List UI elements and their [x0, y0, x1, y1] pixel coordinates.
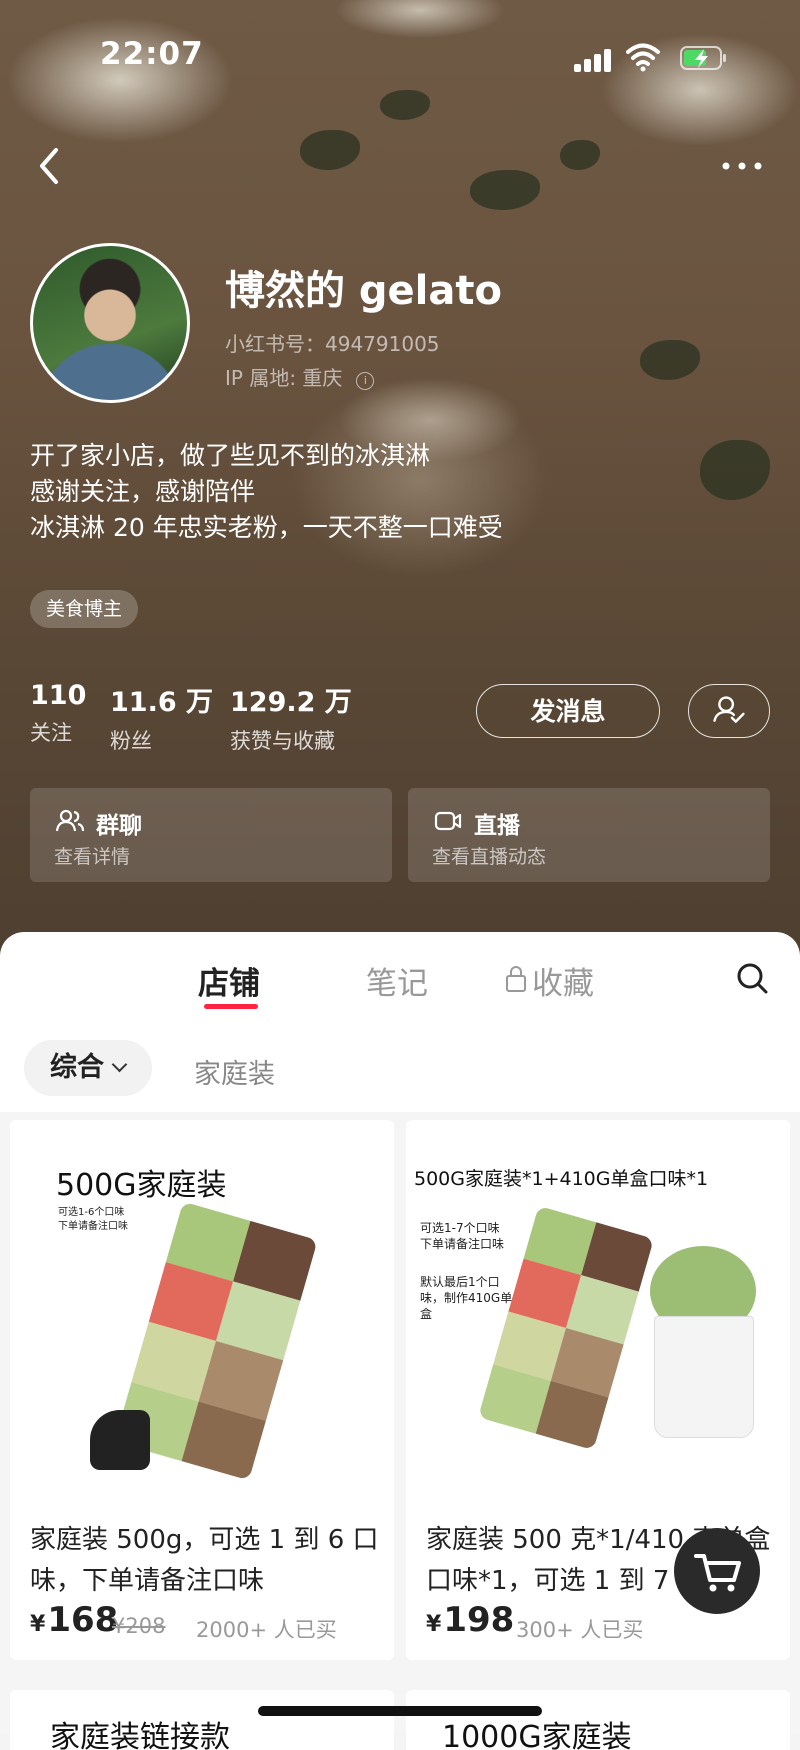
product-image[interactable]: 500G家庭装 可选1-6个口味 下单请备注口味: [10, 1120, 394, 1500]
live-icon: [434, 811, 462, 831]
image-note-line: 可选1-7个口味: [420, 1221, 500, 1235]
sort-dropdown[interactable]: 综合: [24, 1040, 152, 1096]
send-message-button[interactable]: 发消息: [476, 684, 660, 738]
stat-followers[interactable]: 11.6 万 粉丝: [110, 680, 213, 755]
status-time: 22:07: [100, 36, 204, 72]
bio-line: 感谢关注，感谢陪伴: [30, 477, 256, 506]
product-title: 家庭装 500g，可选 1 到 6 口味，下单请备注口味: [30, 1525, 379, 1596]
red-id[interactable]: 小红书号：494791005: [225, 328, 440, 357]
image-title: 1000G家庭装: [442, 1720, 632, 1750]
live-subtitle: 查看直播动态: [432, 846, 547, 868]
profile-tag[interactable]: 美食博主: [30, 590, 139, 628]
image-note-line: 可选1-6个口味: [58, 1207, 125, 1218]
tea-leaf-decoration: [640, 340, 700, 380]
stat-label: 粉丝: [110, 729, 152, 753]
chevron-down-icon: [111, 1056, 128, 1073]
price-value: 198: [443, 1600, 515, 1640]
image-title: 家庭装链接款: [50, 1720, 230, 1750]
ip-location: IP 属地: 重庆 i: [225, 362, 375, 391]
battery-charging-icon: [680, 46, 726, 70]
bio-line: 开了家小店，做了些见不到的冰淇淋: [30, 441, 431, 470]
group-chat-subtitle: 查看详情: [54, 846, 131, 868]
hand-illustration: [90, 1410, 150, 1470]
sold-count: 300+ 人已买: [516, 1618, 644, 1642]
currency-symbol: ¥: [30, 1612, 46, 1637]
back-icon[interactable]: [34, 144, 64, 188]
image-note-line: 盒: [420, 1307, 433, 1321]
bio-line: 冰淇淋 20 年忠实老粉，一天不整一口难受: [30, 513, 503, 542]
product-card-partial[interactable]: 1000G家庭装: [406, 1690, 790, 1750]
tea-leaf-decoration: [560, 140, 600, 170]
stat-value: 129.2 万: [230, 687, 352, 718]
original-price: ¥208: [112, 1614, 166, 1638]
image-title: 500G家庭装: [56, 1168, 227, 1203]
group-chat-icon: [56, 809, 84, 832]
product-price: ¥168: [30, 1600, 118, 1640]
stat-value: 110: [30, 680, 87, 711]
image-note-line: 下单请备注口味: [58, 1221, 128, 1232]
sort-dropdown-label: 综合: [50, 1052, 104, 1083]
image-note: 可选1-7个口味 下单请备注口味: [420, 1220, 504, 1252]
product-card[interactable]: 500G家庭装 可选1-6个口味 下单请备注口味 家庭装 500g，可选 1 到…: [10, 1120, 394, 1660]
tea-leaf-decoration: [380, 90, 430, 120]
gelato-cup-illustration: [654, 1316, 754, 1438]
filter-family-pack[interactable]: 家庭装: [194, 1052, 275, 1091]
avatar[interactable]: [30, 243, 190, 403]
tab-collections-label: 收藏: [532, 966, 594, 1002]
followed-button[interactable]: [688, 684, 770, 738]
group-chat-card[interactable]: 群聊 查看详情: [30, 788, 392, 882]
info-icon[interactable]: i: [356, 372, 375, 390]
image-title: 500G家庭装*1+410G单盒口味*1: [414, 1168, 709, 1190]
tab-collections[interactable]: 收藏: [506, 958, 594, 1003]
search-icon[interactable]: [736, 962, 768, 994]
stat-value: 11.6 万: [110, 687, 214, 718]
product-price: ¥198: [426, 1600, 514, 1640]
follow-check-icon: [713, 696, 745, 723]
product-image[interactable]: 500G家庭装*1+410G单盒口味*1 可选1-7个口味 下单请备注口味 默认…: [406, 1120, 790, 1500]
stat-label: 获赞与收藏: [230, 729, 335, 753]
cart-icon: [694, 1554, 741, 1592]
gelato-tray-illustration: [478, 1205, 654, 1451]
active-tab-indicator: [204, 1004, 258, 1009]
profile-name: 博然的 gelato: [225, 268, 502, 314]
live-card[interactable]: 直播 查看直播动态: [408, 788, 770, 882]
tab-notes[interactable]: 笔记: [366, 958, 428, 1003]
cart-button[interactable]: [674, 1528, 760, 1614]
stat-following[interactable]: 110 关注: [30, 680, 86, 747]
image-note-line: 下单请备注口味: [420, 1237, 505, 1251]
group-chat-title: 群聊: [96, 813, 142, 839]
image-note-line: 味，制作410G单: [420, 1291, 513, 1305]
live-title: 直播: [474, 813, 520, 839]
lock-icon: [506, 966, 526, 992]
stat-likes-collects[interactable]: 129.2 万 获赞与收藏: [230, 680, 352, 755]
home-indicator[interactable]: [258, 1706, 542, 1716]
image-note-line: 默认最后1个口: [420, 1275, 500, 1289]
cellular-signal-icon: [574, 46, 614, 72]
image-note: 可选1-6个口味 下单请备注口味: [58, 1206, 128, 1234]
tea-leaf-decoration: [700, 440, 770, 500]
tea-leaf-decoration: [470, 170, 540, 210]
tab-store[interactable]: 店铺: [198, 958, 260, 1003]
sold-count: 2000+ 人已买: [196, 1618, 337, 1642]
stat-label: 关注: [30, 721, 72, 745]
tab-bar: 店铺 笔记 收藏: [0, 932, 800, 1021]
wifi-icon: [626, 43, 660, 72]
ip-location-text: IP 属地: 重庆: [225, 366, 343, 390]
bio: 开了家小店，做了些见不到的冰淇淋 感谢关注，感谢陪伴 冰淇淋 20 年忠实老粉，…: [30, 438, 503, 546]
more-icon[interactable]: [720, 160, 764, 172]
currency-symbol: ¥: [426, 1612, 442, 1637]
tea-leaf-decoration: [300, 130, 360, 170]
price-value: 168: [47, 1600, 119, 1640]
image-note-2: 默认最后1个口 味，制作410G单 盒: [420, 1274, 512, 1322]
product-card-partial[interactable]: 家庭装链接款: [10, 1690, 394, 1750]
